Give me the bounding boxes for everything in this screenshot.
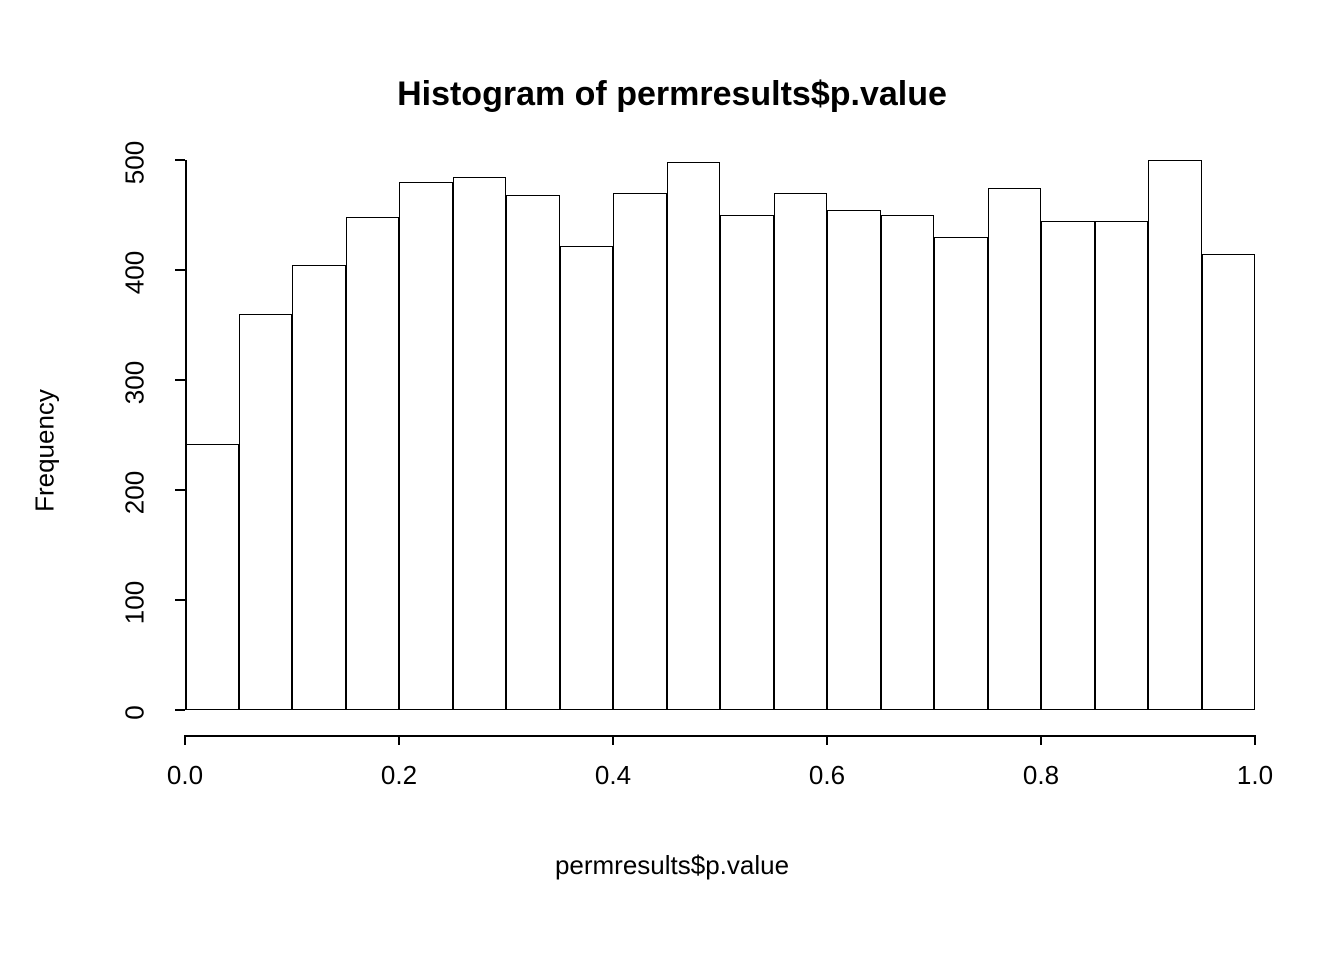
- x-tick-label: 0.4: [595, 760, 631, 791]
- y-tick: [175, 599, 185, 601]
- histogram-bar: [934, 237, 988, 710]
- histogram-bar: [239, 314, 293, 710]
- x-tick-label: 0.0: [167, 760, 203, 791]
- histogram-bar: [292, 265, 346, 711]
- y-tick-label: 200: [120, 463, 151, 523]
- histogram-bar: [988, 188, 1042, 711]
- y-tick: [175, 269, 185, 271]
- x-tick: [612, 735, 614, 745]
- x-tick-label: 0.2: [381, 760, 417, 791]
- plot-area: [185, 160, 1255, 710]
- histogram-bar: [613, 193, 667, 710]
- x-axis-label: permresults$p.value: [0, 850, 1344, 881]
- y-axis-label: Frequency: [30, 351, 61, 551]
- y-tick: [175, 489, 185, 491]
- y-axis: [185, 160, 187, 710]
- histogram-bar: [827, 210, 881, 711]
- y-tick-label: 500: [120, 133, 151, 193]
- histogram-bar: [720, 215, 774, 710]
- y-tick-label: 400: [120, 243, 151, 303]
- y-tick: [175, 709, 185, 711]
- histogram-bar: [1041, 221, 1095, 711]
- x-tick: [184, 735, 186, 745]
- histogram-bar: [399, 182, 453, 710]
- histogram-bar: [774, 193, 828, 710]
- histogram-bar: [453, 177, 507, 711]
- histogram-bar: [667, 162, 721, 710]
- x-tick: [826, 735, 828, 745]
- y-tick: [175, 159, 185, 161]
- histogram-bar: [881, 215, 935, 710]
- x-tick: [1040, 735, 1042, 745]
- histogram-bar: [1095, 221, 1149, 711]
- x-tick-label: 1.0: [1237, 760, 1273, 791]
- histogram-bar: [1202, 254, 1256, 711]
- y-tick-label: 0: [120, 683, 151, 743]
- histogram-bar: [185, 444, 239, 710]
- histogram-bar: [506, 195, 560, 710]
- x-axis: [185, 735, 1255, 737]
- histogram-bar: [1148, 160, 1202, 710]
- y-tick-label: 300: [120, 353, 151, 413]
- histogram-bar: [346, 217, 400, 710]
- histogram-chart: Histogram of permresults$p.value Frequen…: [0, 0, 1344, 960]
- y-tick-label: 100: [120, 573, 151, 633]
- x-tick: [398, 735, 400, 745]
- x-tick: [1254, 735, 1256, 745]
- y-tick: [175, 379, 185, 381]
- chart-title: Histogram of permresults$p.value: [0, 75, 1344, 114]
- x-tick-label: 0.8: [1023, 760, 1059, 791]
- x-tick-label: 0.6: [809, 760, 845, 791]
- histogram-bar: [560, 246, 614, 710]
